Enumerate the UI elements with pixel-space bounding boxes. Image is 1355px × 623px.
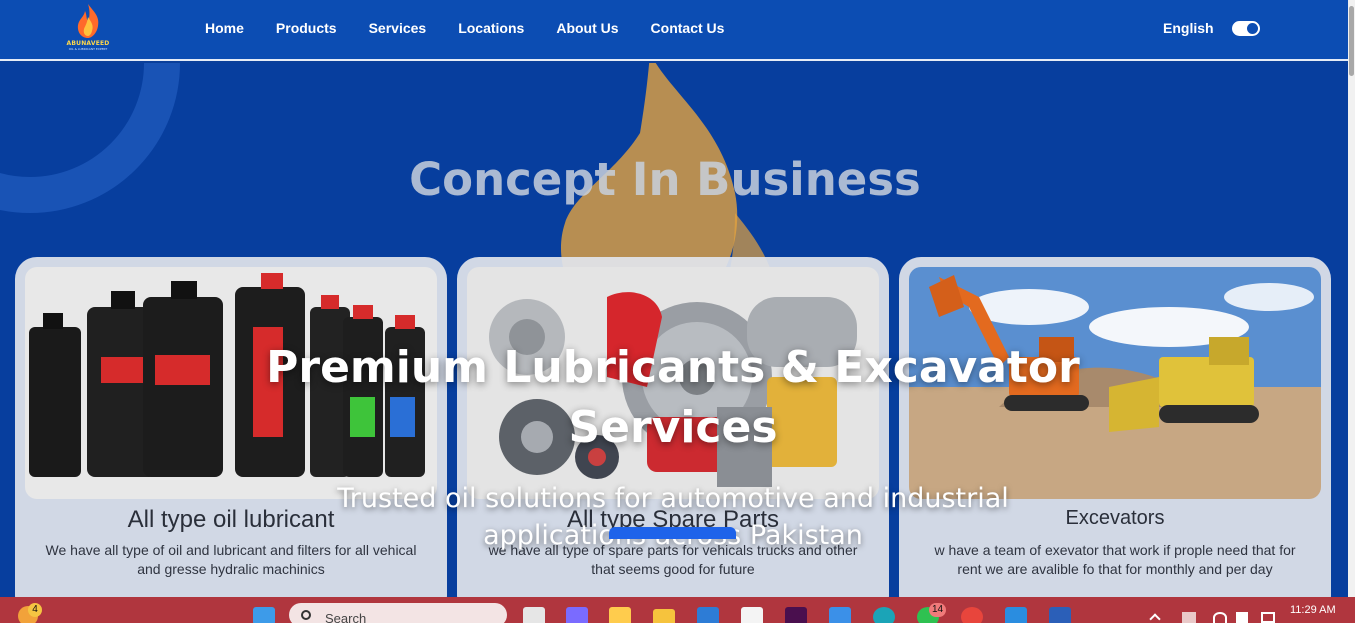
nav-services[interactable]: Services	[369, 20, 427, 36]
brand-tagline: OIL & LUBRICANT EXPERT	[68, 47, 108, 51]
copilot-icon[interactable]	[566, 607, 588, 623]
brand-name: ABUNAVEED	[66, 40, 110, 47]
start-icon[interactable]	[253, 607, 275, 623]
nav-contact-us[interactable]: Contact Us	[651, 20, 725, 36]
chrome-icon[interactable]	[961, 607, 983, 623]
nav-locations[interactable]: Locations	[458, 20, 524, 36]
word-icon[interactable]	[1049, 607, 1071, 623]
page-scrollbar[interactable]	[1348, 0, 1355, 597]
hero-subtitle: Trusted oil solutions for automotive and…	[337, 483, 1009, 551]
toggle-knob	[1247, 23, 1258, 34]
hero-cta-button[interactable]	[609, 527, 736, 539]
whatsapp-badge: 14	[929, 603, 947, 617]
edge-icon[interactable]	[873, 607, 895, 623]
notepad-icon[interactable]	[829, 607, 851, 623]
adobe-xd-icon[interactable]	[785, 607, 807, 623]
search-icon	[301, 610, 311, 620]
volume-icon[interactable]	[1236, 612, 1248, 623]
vscode-icon[interactable]	[1005, 607, 1027, 623]
language-toggle[interactable]	[1232, 21, 1260, 36]
wifi-icon[interactable]	[1213, 612, 1227, 623]
language-label[interactable]: English	[1163, 20, 1214, 36]
weather-badge: 4	[28, 603, 42, 617]
mic-muted-icon[interactable]	[1182, 612, 1196, 623]
flame-logo-icon	[77, 4, 99, 38]
top-navbar: ABUNAVEED OIL & LUBRICANT EXPERT Home Pr…	[0, 0, 1348, 61]
hero-title: Premium Lubricants & Excavator Services	[266, 342, 1080, 453]
brand-logo[interactable]: ABUNAVEED OIL & LUBRICANT EXPERT	[62, 3, 114, 57]
nav-products[interactable]: Products	[276, 20, 337, 36]
nav-home[interactable]: Home	[205, 20, 244, 36]
file-explorer-icon[interactable]	[653, 609, 675, 623]
snipping-tool-icon[interactable]	[741, 607, 763, 623]
taskbar-clock[interactable]: 11:29 AM	[1290, 604, 1336, 616]
main-nav: Home Products Services Locations About U…	[205, 20, 724, 36]
widgets-icon[interactable]	[609, 607, 631, 623]
background-heading: Concept In Business	[409, 153, 921, 206]
nav-about-us[interactable]: About Us	[556, 20, 618, 36]
battery-icon[interactable]	[1261, 612, 1275, 623]
microsoft-store-icon[interactable]	[697, 607, 719, 623]
search-placeholder: Search	[325, 611, 367, 623]
taskbar-search[interactable]: Search	[289, 603, 507, 623]
scrollbar-thumb[interactable]	[1349, 6, 1354, 76]
hero-section: Concept In Business All type oil lubrica…	[0, 63, 1348, 597]
task-view-icon[interactable]	[523, 607, 545, 623]
